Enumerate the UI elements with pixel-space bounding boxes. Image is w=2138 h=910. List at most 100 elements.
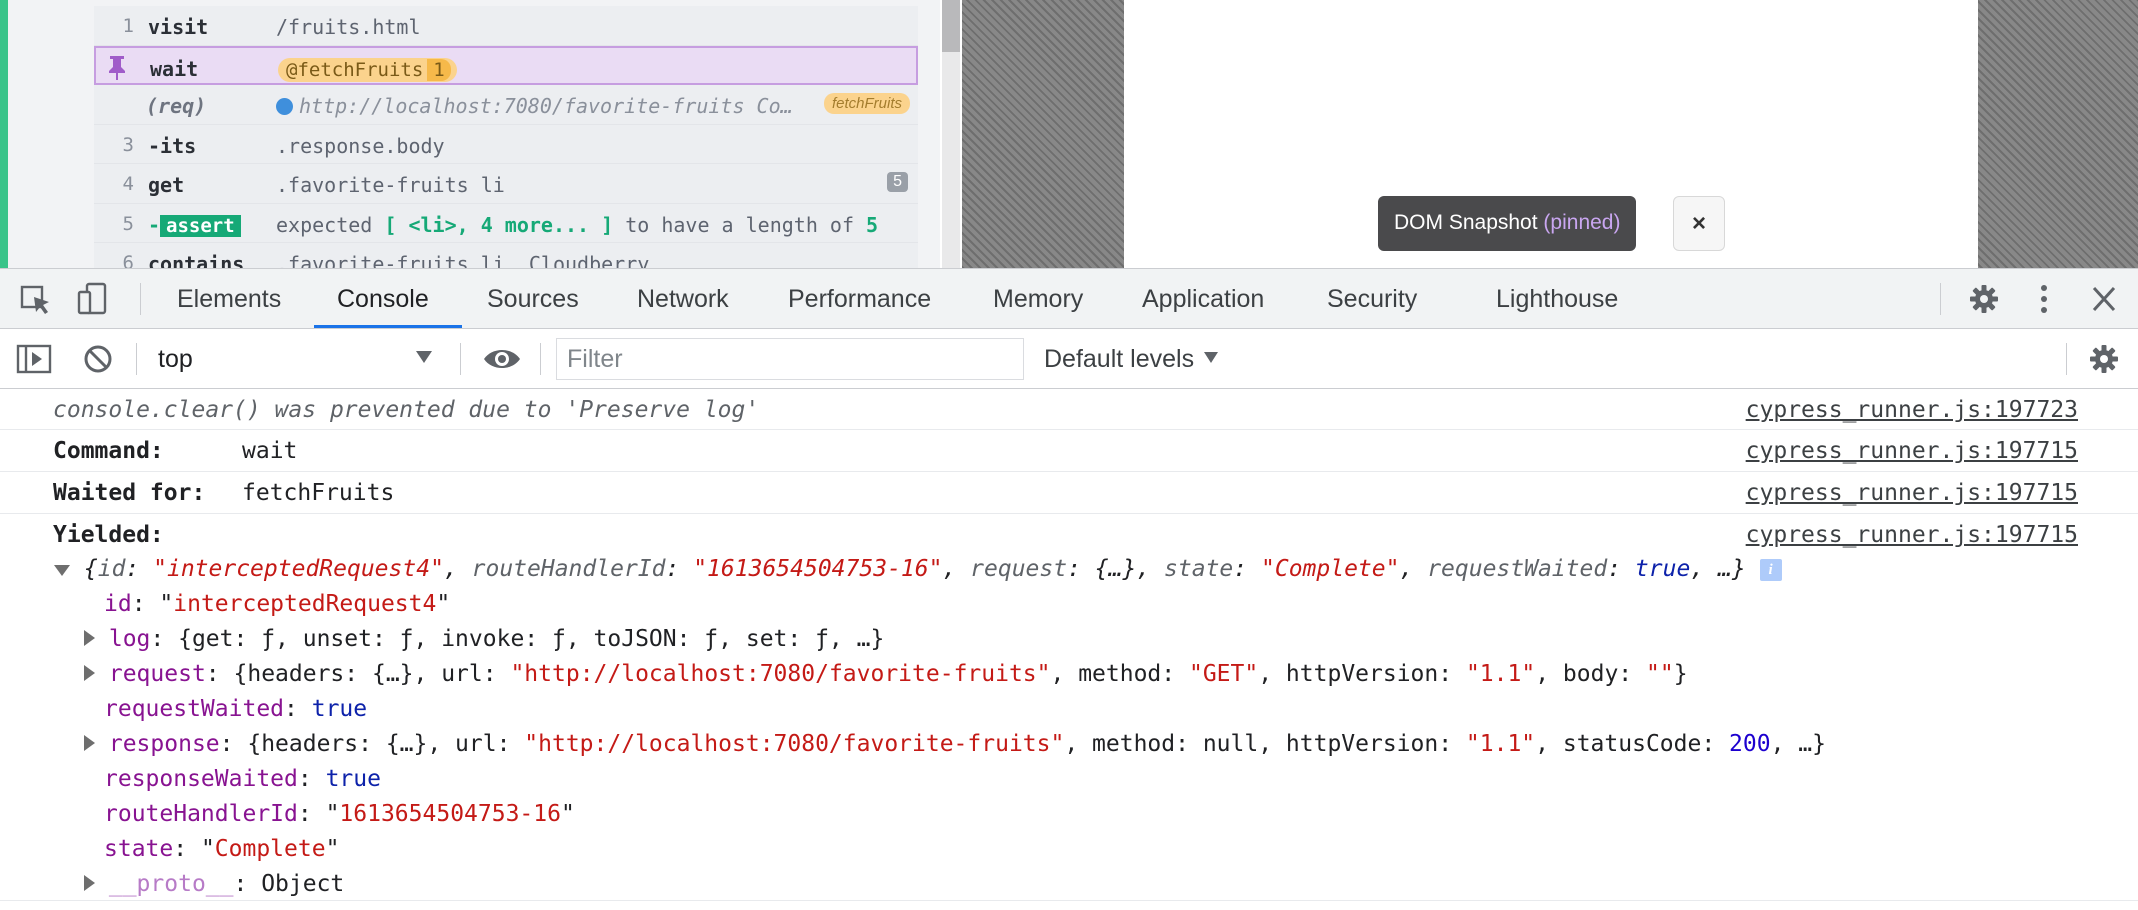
property-value-part: , method: bbox=[1050, 661, 1189, 687]
property-request[interactable]: request: {headers: {…}, url: "http://loc… bbox=[84, 661, 1688, 687]
command-number: 5 bbox=[122, 212, 134, 235]
request-body-value: "" bbox=[1645, 661, 1674, 687]
summary-key: id bbox=[97, 556, 126, 582]
command-message: /fruits.html bbox=[276, 15, 421, 39]
device-toolbar-icon[interactable] bbox=[76, 282, 112, 316]
command-get[interactable]: 4 get .favorite-fruits li 5 bbox=[94, 164, 918, 204]
summary-key: state bbox=[1164, 556, 1234, 582]
object-summary[interactable]: {id: "interceptedRequest4", routeHandler… bbox=[54, 556, 1782, 582]
command-contains[interactable]: 6 contains .favorite-fruits li, Cloudber… bbox=[94, 243, 918, 268]
property-response[interactable]: response: {headers: {…}, url: "http://lo… bbox=[84, 731, 1826, 757]
live-expression-eye-icon[interactable] bbox=[482, 342, 522, 376]
expand-triangle-icon[interactable] bbox=[84, 630, 95, 646]
info-icon[interactable]: i bbox=[1759, 559, 1782, 581]
property-value-part: , …} bbox=[1770, 731, 1826, 757]
collapse-triangle-icon[interactable] bbox=[54, 565, 70, 576]
command-name: visit bbox=[148, 15, 209, 39]
source-link[interactable]: cypress_runner.js:197715 bbox=[1746, 522, 2078, 548]
tab-console[interactable]: Console bbox=[337, 269, 429, 329]
request-status-icon bbox=[276, 98, 293, 115]
tab-performance[interactable]: Performance bbox=[788, 269, 931, 329]
alias-name: @fetchFruits bbox=[286, 58, 424, 81]
property-value: true bbox=[325, 766, 381, 792]
tab-lighthouse[interactable]: Lighthouse bbox=[1496, 269, 1618, 329]
response-url-value: "http://localhost:7080/favorite-fruits" bbox=[524, 731, 1065, 757]
pin-icon bbox=[109, 55, 125, 80]
property-responsewaited: responseWaited: true bbox=[104, 766, 381, 792]
snapshot-pinned-label: (pinned) bbox=[1543, 211, 1621, 234]
property-value-part: , method: null, httpVersion: bbox=[1064, 731, 1466, 757]
message-label: Waited for: bbox=[53, 480, 206, 506]
expand-triangle-icon[interactable] bbox=[84, 735, 95, 751]
command-number: 6 bbox=[122, 252, 134, 268]
message-value: fetchFruits bbox=[242, 480, 395, 506]
assert-subject: [ <li>, 4 more... ] bbox=[384, 212, 614, 237]
clear-console-icon[interactable] bbox=[80, 342, 116, 376]
property-value: true bbox=[311, 696, 368, 722]
source-link[interactable]: cypress_runner.js:197715 bbox=[1746, 438, 2078, 464]
summary-value: "Complete" bbox=[1261, 556, 1400, 582]
log-levels-dropdown[interactable]: Default levels bbox=[1044, 329, 1219, 389]
command-request[interactable]: (req) http://localhost:7080/favorite-fru… bbox=[94, 85, 918, 125]
tab-security[interactable]: Security bbox=[1327, 269, 1417, 329]
command-name: -its bbox=[148, 133, 197, 158]
console-message: Waited for: fetchFruits cypress_runner.j… bbox=[0, 472, 2138, 514]
active-tab-indicator bbox=[314, 325, 462, 328]
command-its[interactable]: 3 -its .response.body bbox=[94, 124, 918, 164]
context-selector[interactable]: top bbox=[150, 329, 446, 389]
property-key: request bbox=[108, 661, 206, 687]
property-key: response bbox=[108, 731, 220, 757]
source-link[interactable]: cypress_runner.js:197715 bbox=[1746, 480, 2078, 506]
expand-triangle-icon[interactable] bbox=[84, 665, 95, 681]
command-message: .favorite-fruits li bbox=[276, 173, 505, 197]
tab-memory[interactable]: Memory bbox=[993, 269, 1083, 329]
request-url: http://localhost:7080/favorite-fruits Co… bbox=[299, 94, 793, 118]
scrollbar-thumb[interactable] bbox=[942, 0, 960, 52]
assert-value: 5 bbox=[866, 212, 879, 237]
settings-gear-icon[interactable] bbox=[1966, 282, 2002, 316]
property-key: __proto__ bbox=[108, 871, 234, 897]
snapshot-label: DOM Snapshot bbox=[1394, 211, 1538, 234]
tab-network[interactable]: Network bbox=[637, 269, 729, 329]
console-toolbar: top Default levels bbox=[0, 329, 2138, 389]
close-devtools-icon[interactable] bbox=[2086, 282, 2122, 316]
command-number: 1 bbox=[122, 15, 134, 37]
command-visit[interactable]: 1 visit /fruits.html bbox=[94, 6, 918, 46]
property-routehandlerid: routeHandlerId: "1613654504753-16" bbox=[104, 801, 575, 827]
dropdown-arrow-icon bbox=[416, 351, 432, 363]
property-value: {get: ƒ, unset: ƒ, invoke: ƒ, toJSON: ƒ,… bbox=[178, 626, 885, 652]
console-settings-gear-icon[interactable] bbox=[2086, 342, 2122, 376]
command-name: wait bbox=[150, 56, 199, 81]
close-snapshot-button[interactable]: × bbox=[1673, 196, 1725, 251]
console-message: console.clear() was prevented due to 'Pr… bbox=[0, 389, 2138, 430]
property-log[interactable]: log: {get: ƒ, unset: ƒ, invoke: ƒ, toJSO… bbox=[84, 626, 884, 652]
request-version-value: "1.1" bbox=[1465, 661, 1536, 687]
tab-sources[interactable]: Sources bbox=[487, 269, 579, 329]
command-name: contains bbox=[148, 252, 245, 268]
status-code-value: 200 bbox=[1729, 731, 1771, 757]
property-key: id bbox=[104, 591, 132, 617]
inspect-element-icon[interactable] bbox=[18, 282, 54, 316]
dropdown-arrow-icon bbox=[1204, 352, 1219, 363]
property-value: Object bbox=[261, 871, 345, 897]
property-requestwaited: requestWaited: true bbox=[104, 696, 368, 722]
console-message: Yielded: cypress_runner.js:197715 {id: "… bbox=[0, 514, 2138, 901]
expand-triangle-icon[interactable] bbox=[84, 875, 95, 891]
log-levels-label: Default levels bbox=[1044, 345, 1195, 373]
property-key: routeHandlerId bbox=[104, 801, 298, 827]
message-label: Yielded: bbox=[53, 522, 164, 548]
show-sidebar-icon[interactable] bbox=[16, 342, 52, 376]
filter-input[interactable] bbox=[556, 338, 1024, 380]
command-name: - assert bbox=[148, 213, 241, 237]
tab-elements[interactable]: Elements bbox=[177, 269, 281, 329]
property-proto[interactable]: __proto__: Object bbox=[84, 871, 344, 897]
assert-badge: assert bbox=[160, 214, 241, 237]
command-wait[interactable]: wait @fetchFruits 1 bbox=[94, 45, 918, 85]
more-options-icon[interactable] bbox=[2026, 282, 2062, 316]
alias-badge[interactable]: @fetchFruits 1 bbox=[278, 57, 457, 82]
source-link[interactable]: cypress_runner.js:197723 bbox=[1746, 397, 2078, 423]
tab-application[interactable]: Application bbox=[1142, 269, 1264, 329]
command-assert[interactable]: 5 - assert expected [ <li>, 4 more... ] t… bbox=[94, 203, 918, 243]
divider bbox=[2066, 343, 2067, 375]
property-value-part: {headers: {…}, url: bbox=[233, 661, 511, 687]
